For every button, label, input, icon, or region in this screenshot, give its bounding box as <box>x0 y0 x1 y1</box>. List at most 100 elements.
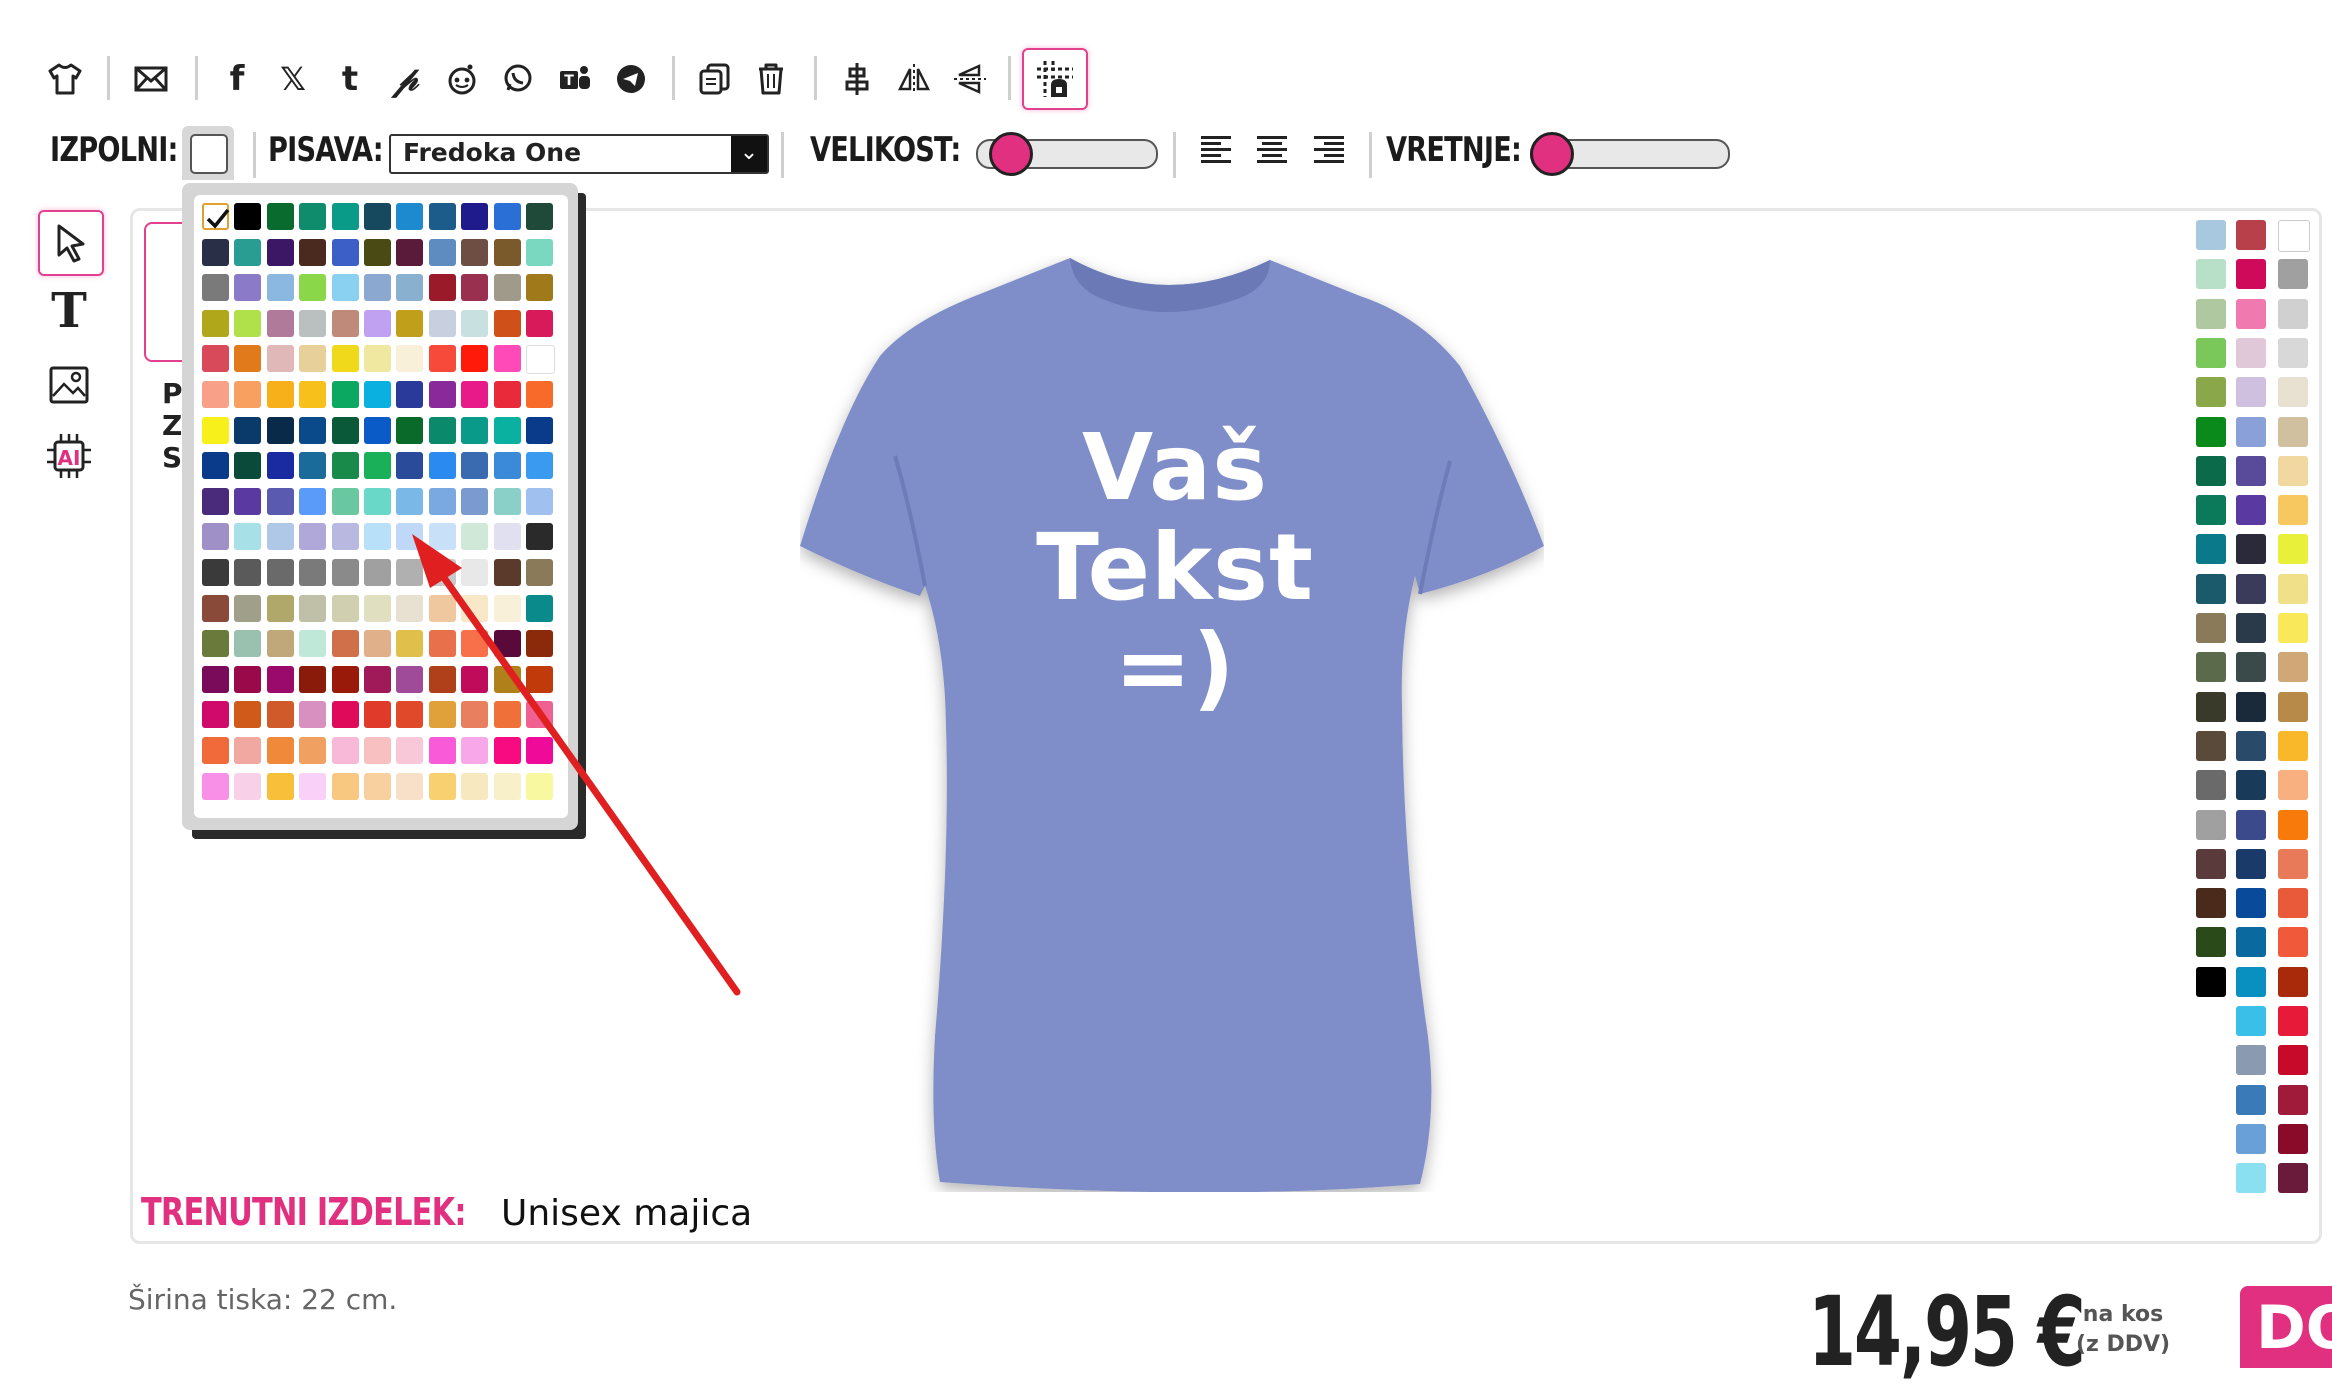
fill-color-swatch-option[interactable] <box>331 559 359 586</box>
fill-color-swatch-option[interactable] <box>299 452 327 480</box>
fill-color-swatch-option[interactable] <box>234 737 262 764</box>
product-color-option[interactable] <box>2278 1045 2308 1076</box>
product-color-option[interactable] <box>2278 298 2308 329</box>
product-color-option[interactable] <box>2236 966 2266 997</box>
product-color-option[interactable] <box>2278 888 2308 919</box>
fill-color-swatch-option[interactable] <box>331 523 359 551</box>
fill-color-swatch-option[interactable] <box>234 381 262 408</box>
fill-color-swatch-option[interactable] <box>234 274 262 302</box>
fill-color-swatch-option[interactable] <box>202 665 229 693</box>
fill-color-swatch-option[interactable] <box>364 523 391 551</box>
fill-color-swatch-option[interactable] <box>299 309 327 337</box>
product-color-option[interactable] <box>2278 730 2308 761</box>
align-center-icon[interactable] <box>836 58 878 100</box>
product-color-option[interactable] <box>2196 848 2226 879</box>
fill-color-swatch-option[interactable] <box>526 487 553 515</box>
product-color-option[interactable] <box>2196 966 2226 997</box>
product-color-option[interactable] <box>2236 888 2266 919</box>
product-color-option[interactable] <box>2196 337 2226 368</box>
font-select[interactable]: Fredoka One ⌄ <box>389 134 769 174</box>
reddit-icon[interactable] <box>441 58 483 100</box>
product-color-option[interactable] <box>2196 573 2226 604</box>
teams-icon[interactable]: T <box>554 58 596 100</box>
fill-color-swatch-option[interactable] <box>202 630 229 658</box>
fill-color-swatch-option[interactable] <box>299 665 327 693</box>
fill-color-swatch-option[interactable] <box>234 487 262 515</box>
fill-color-swatch-option[interactable] <box>396 238 424 266</box>
align-center-text-icon[interactable] <box>1257 136 1291 166</box>
fill-color-swatch-option[interactable] <box>331 203 359 230</box>
fill-color-swatch-option[interactable] <box>299 274 327 302</box>
fill-color-swatch-option[interactable] <box>299 701 327 729</box>
fill-color-swatch-option[interactable] <box>428 203 456 230</box>
fill-color-swatch-option[interactable] <box>428 345 456 373</box>
product-color-option[interactable] <box>2278 691 2308 722</box>
fill-color-swatch-option[interactable] <box>202 594 229 622</box>
product-color-option[interactable] <box>2236 573 2266 604</box>
product-color-option[interactable] <box>2236 495 2266 526</box>
fill-color-swatch-option[interactable] <box>493 345 521 373</box>
fill-color-swatch-option[interactable] <box>266 665 294 693</box>
product-color-option[interactable] <box>2196 927 2226 958</box>
fill-color-swatch-option[interactable] <box>461 487 489 515</box>
fill-color-swatch-option[interactable] <box>526 309 553 337</box>
fill-color-swatch-option[interactable] <box>526 238 553 266</box>
fill-color-swatch-option[interactable] <box>234 772 262 800</box>
product-color-option[interactable] <box>2236 613 2266 643</box>
product-color-option[interactable] <box>2278 652 2308 683</box>
fill-color-swatch-option[interactable] <box>396 203 424 230</box>
product-color-option[interactable] <box>2278 416 2308 447</box>
product-color-option[interactable] <box>2236 259 2266 290</box>
fill-color-swatch-option[interactable] <box>428 416 456 444</box>
ai-tool[interactable]: AI <box>38 425 100 487</box>
fill-color-swatch-option[interactable] <box>202 737 229 764</box>
product-color-option[interactable] <box>2196 495 2226 526</box>
fill-color-swatch-option[interactable] <box>202 559 229 586</box>
fill-color-swatch-option[interactable] <box>396 309 424 337</box>
fill-color-swatch-option[interactable] <box>364 630 391 658</box>
product-color-option[interactable] <box>2196 730 2226 761</box>
fill-color-swatch-option[interactable] <box>299 737 327 764</box>
fill-color-swatch-option[interactable] <box>331 381 359 408</box>
fill-color-swatch-option[interactable] <box>331 630 359 658</box>
fill-color-swatch-option[interactable] <box>331 452 359 480</box>
fill-color-swatch-option[interactable] <box>266 381 294 408</box>
fill-color-swatch-option[interactable] <box>234 309 262 337</box>
fill-color-swatch-option[interactable] <box>299 345 327 373</box>
product-color-option[interactable] <box>2196 220 2226 250</box>
fill-color-swatch-option[interactable] <box>299 559 327 586</box>
fill-color-swatch-option[interactable] <box>396 416 424 444</box>
fill-color-swatch-option[interactable] <box>331 345 359 373</box>
fill-color-swatch-option[interactable] <box>234 630 262 658</box>
fill-color-swatch-option[interactable] <box>299 594 327 622</box>
fill-color-swatch-option[interactable] <box>364 665 391 693</box>
product-color-option[interactable] <box>2196 377 2226 408</box>
fill-color-swatch-option[interactable] <box>202 238 229 266</box>
fill-color-swatch-option[interactable] <box>299 238 327 266</box>
product-color-option[interactable] <box>2278 534 2308 565</box>
product-color-option[interactable] <box>2278 848 2308 879</box>
product-color-option[interactable] <box>2236 1045 2266 1076</box>
product-color-option[interactable] <box>2278 966 2308 997</box>
fill-color-swatch-option[interactable] <box>364 274 391 302</box>
fill-color-swatch-option[interactable] <box>428 274 456 302</box>
fill-color-swatch-option[interactable] <box>396 381 424 408</box>
fill-color-swatch-option[interactable] <box>266 238 294 266</box>
fill-color-swatch-option[interactable] <box>234 594 262 622</box>
fill-color-swatch-option[interactable] <box>266 772 294 800</box>
fill-color-swatch-option[interactable] <box>202 701 229 729</box>
product-color-option[interactable] <box>2196 416 2226 447</box>
product-color-option[interactable] <box>2236 1123 2266 1154</box>
tumblr-icon[interactable]: t <box>329 58 371 100</box>
product-color-option[interactable] <box>2236 1006 2266 1036</box>
mail-icon[interactable] <box>130 58 172 100</box>
fill-color-swatch-option[interactable] <box>266 452 294 480</box>
fill-color-swatch-option[interactable] <box>266 203 294 230</box>
fill-color-swatch-option[interactable] <box>266 309 294 337</box>
product-color-option[interactable] <box>2236 534 2266 565</box>
fill-color-swatch-option[interactable] <box>461 274 489 302</box>
product-color-option[interactable] <box>2236 809 2266 840</box>
whatsapp-icon[interactable] <box>497 58 539 100</box>
fill-color-swatch-option[interactable] <box>234 559 262 586</box>
product-color-option[interactable] <box>2236 220 2266 250</box>
